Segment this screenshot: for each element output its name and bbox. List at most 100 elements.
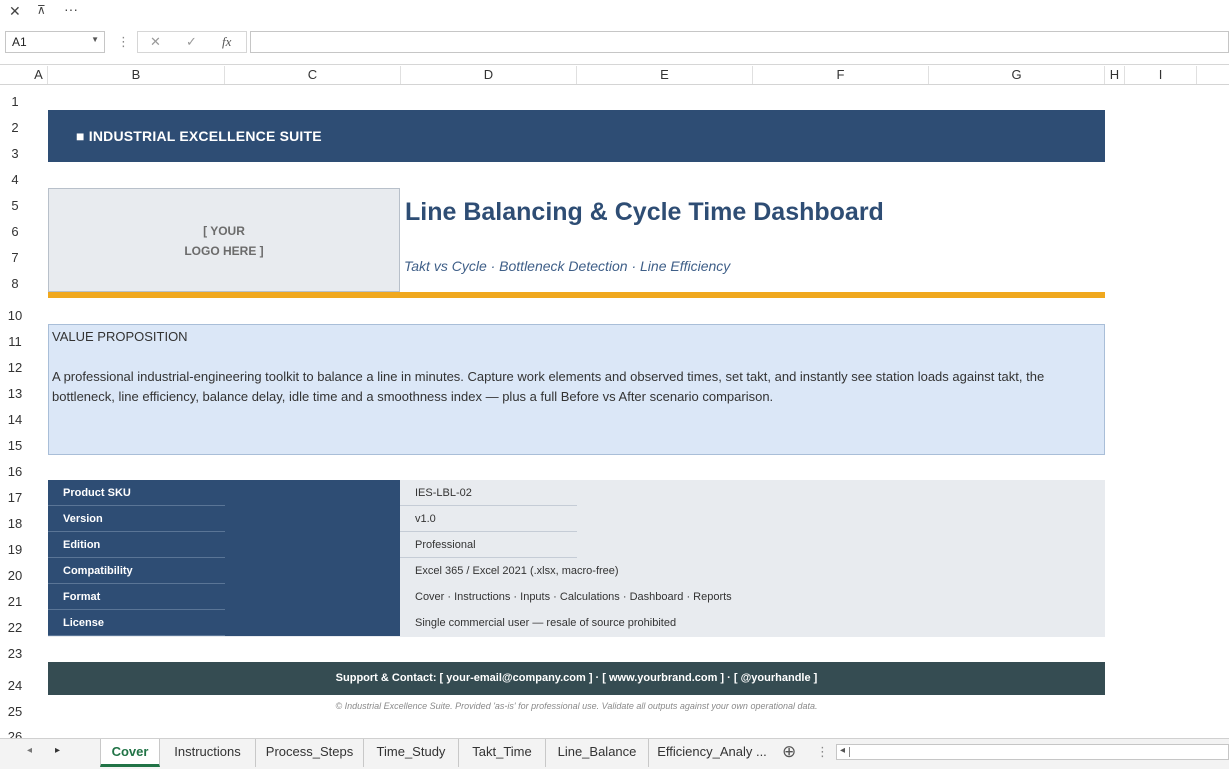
row-header[interactable]: 3 xyxy=(0,146,30,161)
column-header-f[interactable]: F xyxy=(753,66,929,84)
row-header[interactable]: 25 xyxy=(0,704,30,719)
page-title: Line Balancing & Cycle Time Dashboard xyxy=(405,198,884,226)
info-label-fill[interactable] xyxy=(225,610,400,636)
row-header[interactable]: 4 xyxy=(0,172,30,187)
tab-instructions[interactable]: Instructions xyxy=(160,739,256,767)
info-value[interactable]: Single commercial user — resale of sourc… xyxy=(408,610,1078,636)
column-header-c[interactable]: C xyxy=(225,66,401,84)
column-header-b[interactable]: B xyxy=(48,66,225,84)
column-header-e[interactable]: E xyxy=(577,66,753,84)
info-label[interactable]: Compatibility xyxy=(48,558,225,584)
column-header-i[interactable]: I xyxy=(1125,66,1197,84)
tab-process-steps[interactable]: Process_Steps xyxy=(256,739,364,767)
row-header[interactable]: 26 xyxy=(0,729,30,738)
next-sheet-icon[interactable]: ▸ xyxy=(55,745,60,756)
row-header[interactable]: 1 xyxy=(0,94,30,109)
row-header[interactable]: 13 xyxy=(0,386,30,401)
row-header[interactable]: 18 xyxy=(0,516,30,531)
info-label-fill[interactable] xyxy=(225,558,400,584)
row-header[interactable]: 19 xyxy=(0,542,30,557)
info-label[interactable]: Edition xyxy=(48,532,225,558)
page-subtitle: Takt vs Cycle · Bottleneck Detection · L… xyxy=(404,258,731,274)
cancel-icon[interactable]: ✕ xyxy=(150,34,161,50)
info-value[interactable]: Professional xyxy=(408,532,1078,558)
table-row: License Single commercial user — resale … xyxy=(48,610,1105,636)
drag-handle-icon[interactable]: ⋮ xyxy=(117,34,130,50)
row-header[interactable]: 10 xyxy=(0,308,30,323)
logo-placeholder-text: [ YOUR LOGO HERE ] xyxy=(49,221,399,261)
suite-banner: ■ INDUSTRIAL EXCELLENCE SUITE xyxy=(48,110,1105,162)
info-label-fill[interactable] xyxy=(225,584,400,610)
close-icon[interactable]: ✕ xyxy=(9,3,21,20)
insert-function-icon[interactable]: fx xyxy=(222,34,231,50)
column-headers: A B C D E F G H I xyxy=(0,66,1229,85)
row-header[interactable]: 22 xyxy=(0,620,30,635)
row-header[interactable]: 7 xyxy=(0,250,30,265)
confirm-icon[interactable]: ✓ xyxy=(186,34,197,50)
info-label-fill[interactable] xyxy=(225,532,400,558)
value-proposition-body: A professional industrial-engineering to… xyxy=(52,369,1045,404)
info-label[interactable]: Format xyxy=(48,584,225,610)
tab-efficiency-analysis[interactable]: Efficiency_Analy ... xyxy=(649,739,775,767)
name-box-value: A1 xyxy=(12,35,27,49)
value-proposition-box[interactable]: VALUE PROPOSITION A professional industr… xyxy=(48,324,1105,455)
row-header[interactable]: 8 xyxy=(0,276,30,291)
column-header-h[interactable]: H xyxy=(1105,66,1125,84)
row-header[interactable]: 11 xyxy=(0,334,30,349)
info-label-fill[interactable] xyxy=(225,480,400,506)
tab-takt-time[interactable]: Takt_Time xyxy=(459,739,546,767)
row-header[interactable]: 17 xyxy=(0,490,30,505)
table-row: Version v1.0 xyxy=(48,506,1105,532)
banner-title: ■ INDUSTRIAL EXCELLENCE SUITE xyxy=(76,128,322,144)
pin-icon[interactable]: ⊼ xyxy=(37,3,46,17)
drag-handle-icon[interactable]: ⋮ xyxy=(816,744,829,760)
row-header[interactable]: 24 xyxy=(0,678,30,693)
info-value[interactable]: v1.0 xyxy=(408,506,1078,532)
chevron-down-icon[interactable]: ▼ xyxy=(91,35,99,44)
more-options-icon[interactable]: ··· xyxy=(64,1,78,17)
formula-buttons: ✕ ✓ fx xyxy=(137,31,247,53)
info-value[interactable]: IES-LBL-02 xyxy=(408,480,1078,506)
row-header[interactable]: 16 xyxy=(0,464,30,479)
value-proposition-heading: VALUE PROPOSITION xyxy=(52,329,188,344)
row-header[interactable]: 15 xyxy=(0,438,30,453)
column-header-d[interactable]: D xyxy=(401,66,577,84)
row-header[interactable]: 21 xyxy=(0,594,30,609)
scroll-thumb[interactable] xyxy=(849,747,850,757)
row-header[interactable]: 12 xyxy=(0,360,30,375)
name-box[interactable]: A1 ▼ xyxy=(5,31,105,53)
info-label[interactable]: Product SKU xyxy=(48,480,225,506)
tab-line-balance[interactable]: Line_Balance xyxy=(546,739,649,767)
product-info-table: Product SKU IES-LBL-02 Version v1.0 Edit… xyxy=(48,480,1105,637)
table-row: Edition Professional xyxy=(48,532,1105,558)
info-label[interactable]: Version xyxy=(48,506,225,532)
tab-cover[interactable]: Cover xyxy=(100,739,160,767)
table-row: Product SKU IES-LBL-02 xyxy=(48,480,1105,506)
prev-sheet-icon[interactable]: ◂ xyxy=(27,745,32,756)
row-header[interactable]: 23 xyxy=(0,646,30,661)
info-value[interactable]: Cover · Instructions · Inputs · Calculat… xyxy=(408,584,1078,610)
row-header[interactable]: 14 xyxy=(0,412,30,427)
table-row: Compatibility Excel 365 / Excel 2021 (.x… xyxy=(48,558,1105,584)
info-value[interactable]: Excel 365 / Excel 2021 (.xlsx, macro-fre… xyxy=(408,558,1078,584)
add-sheet-icon[interactable]: ⊕ xyxy=(782,742,796,762)
info-label-fill[interactable] xyxy=(225,506,400,532)
info-label[interactable]: License xyxy=(48,610,225,636)
copyright-notice: © Industrial Excellence Suite. Provided … xyxy=(335,701,818,711)
logo-line-1: [ YOUR xyxy=(203,224,245,238)
row-header[interactable]: 5 xyxy=(0,198,30,213)
support-contact-bar[interactable]: Support & Contact: [ your-email@company.… xyxy=(48,662,1105,695)
formula-input[interactable] xyxy=(250,31,1229,53)
logo-line-2: LOGO HERE ] xyxy=(184,244,264,258)
column-header-a[interactable]: A xyxy=(30,66,48,84)
row-headers: 1 2 3 4 5 6 7 8 10 11 12 13 14 15 16 17 … xyxy=(0,84,30,738)
scroll-left-icon[interactable]: ◂ xyxy=(840,745,845,756)
row-header[interactable]: 6 xyxy=(0,224,30,239)
column-header-g[interactable]: G xyxy=(929,66,1105,84)
accent-divider xyxy=(48,292,1105,298)
row-header[interactable]: 20 xyxy=(0,568,30,583)
row-header[interactable]: 2 xyxy=(0,120,30,135)
logo-placeholder[interactable]: [ YOUR LOGO HERE ] xyxy=(48,188,400,292)
horizontal-scrollbar[interactable]: ◂ xyxy=(836,744,1229,760)
tab-time-study[interactable]: Time_Study xyxy=(364,739,459,767)
